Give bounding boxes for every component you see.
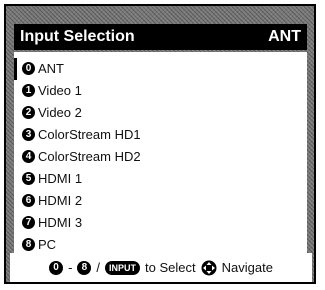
input-item-label: Video 1 [38, 83, 82, 98]
input-item-label: ANT [38, 61, 64, 76]
number-8-icon: 8 [22, 238, 35, 251]
number-3-icon: 3 [22, 128, 35, 141]
input-item-colorstream-hd2[interactable]: 4 ColorStream HD2 [14, 146, 307, 168]
input-item-label: ColorStream HD1 [38, 127, 141, 142]
navigate-hint: Navigate [221, 260, 273, 275]
input-list: 0 ANT 1 Video 1 2 Video 2 3 ColorStream … [14, 52, 307, 256]
number-8-icon: 8 [77, 260, 92, 275]
input-item-ant[interactable]: 0 ANT [14, 58, 307, 80]
input-item-label: Video 2 [38, 105, 82, 120]
current-input-label: ANT [268, 28, 301, 45]
input-item-colorstream-hd1[interactable]: 3 ColorStream HD1 [14, 124, 307, 146]
number-1-icon: 1 [22, 84, 35, 97]
input-key-icon: INPUT [105, 260, 141, 275]
input-item-label: HDMI 3 [38, 215, 83, 230]
help-bar: 0 - 8 / INPUT to Select Navigate [10, 253, 312, 282]
input-item-video-2[interactable]: 2 Video 2 [14, 102, 307, 124]
input-item-video-1[interactable]: 1 Video 1 [14, 80, 307, 102]
input-item-hdmi-2[interactable]: 6 HDMI 2 [14, 190, 307, 212]
menu-title: Input Selection [20, 28, 135, 45]
number-7-icon: 7 [22, 216, 35, 229]
select-hint: to Select [145, 260, 196, 275]
input-selection-menu: Input Selection ANT 0 ANT 1 Video 1 2 Vi… [4, 4, 316, 284]
input-item-label: HDMI 2 [38, 193, 83, 208]
dpad-icon [201, 260, 217, 275]
slash-separator: / [96, 260, 101, 275]
range-separator: - [68, 260, 73, 275]
number-2-icon: 2 [22, 106, 35, 119]
number-6-icon: 6 [22, 194, 35, 207]
input-item-label: HDMI 1 [38, 171, 83, 186]
input-item-hdmi-3[interactable]: 7 HDMI 3 [14, 212, 307, 234]
number-5-icon: 5 [22, 172, 35, 185]
number-0-icon: 0 [49, 260, 64, 275]
number-4-icon: 4 [22, 150, 35, 163]
menu-title-bar: Input Selection ANT [14, 24, 307, 50]
input-item-label: ColorStream HD2 [38, 149, 141, 164]
input-item-hdmi-1[interactable]: 5 HDMI 1 [14, 168, 307, 190]
number-0-icon: 0 [22, 62, 35, 75]
input-list-box: 0 ANT 1 Video 1 2 Video 2 3 ColorStream … [14, 52, 307, 253]
input-item-label: PC [38, 237, 57, 252]
